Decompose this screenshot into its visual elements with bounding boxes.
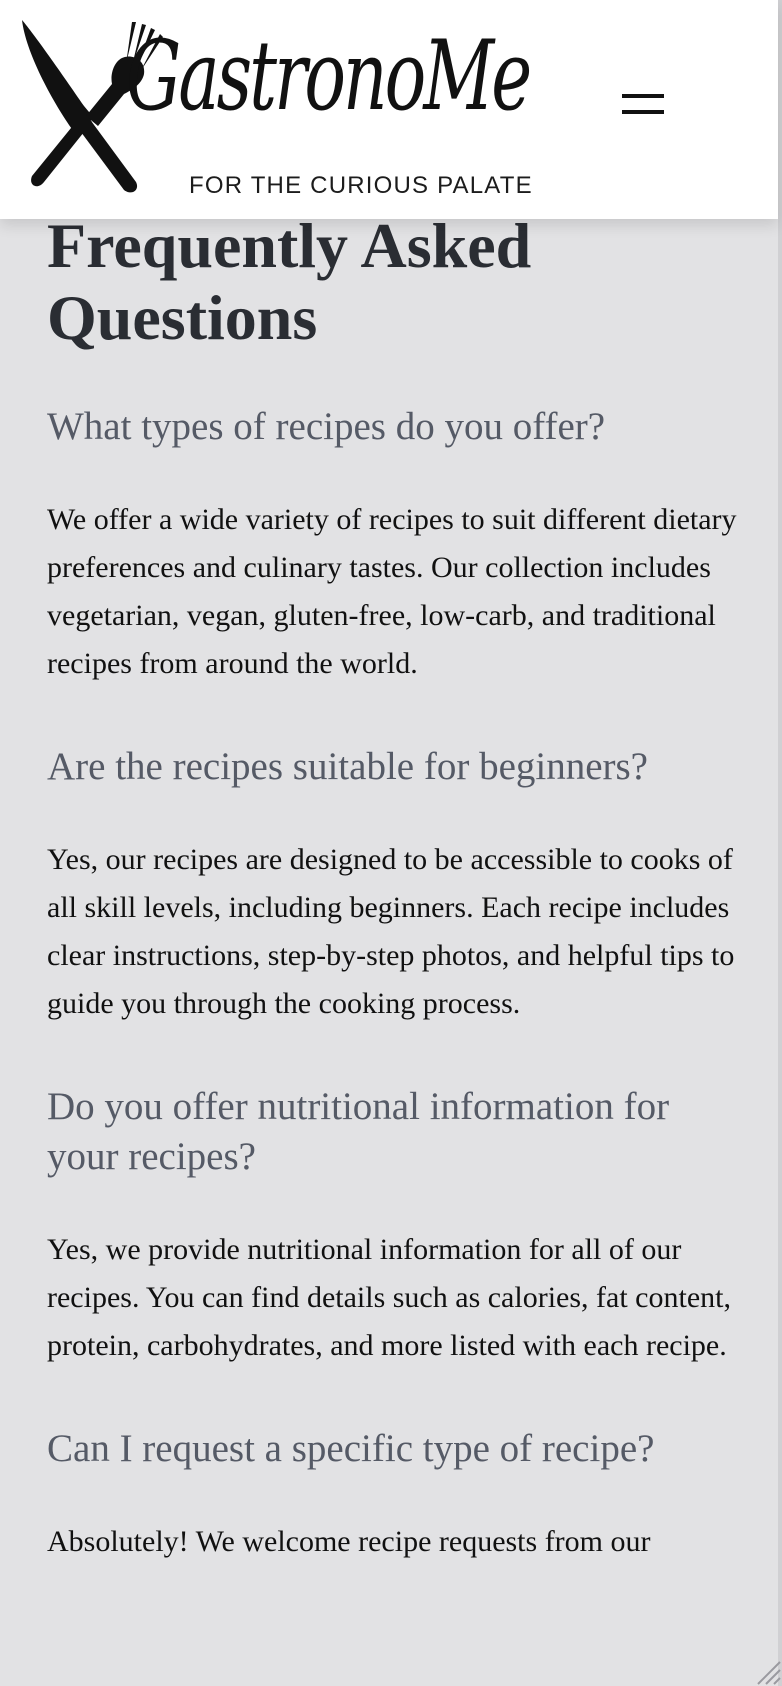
hamburger-menu-button[interactable] [616,84,672,122]
faq-page: GastronoMe FOR THE CURIOUS PALATE Freque… [0,0,782,1686]
faq-question: Can I request a specific type of recipe? [47,1427,655,1470]
scrollbar[interactable] [778,0,782,1686]
faq-question: Do you offer nutritional information for… [47,1085,670,1178]
faq-answer: Absolutely! We welcome recipe requests f… [47,1525,651,1558]
faq-answer: Yes, we provide nutritional information … [47,1233,731,1362]
site-logo[interactable]: GastronoMe FOR THE CURIOUS PALATE [14,14,594,204]
resize-handle-icon[interactable] [752,1656,782,1686]
faq-answer: Yes, our recipes are designed to be acce… [47,843,735,1020]
site-header: GastronoMe FOR THE CURIOUS PALATE [0,0,778,219]
faq-question: What types of recipes do you offer? [47,405,606,448]
hamburger-menu-icon [622,94,664,98]
page-title: Frequently Asked Questions [47,210,532,353]
hamburger-menu-icon-line [622,110,664,114]
faq-content: Frequently Asked Questions What types of… [47,210,737,1566]
faq-answer: We offer a wide variety of recipes to su… [47,503,737,680]
faq-question: Are the recipes suitable for beginners? [47,745,648,788]
logo-wordmark: GastronoMe [126,20,532,132]
logo-tagline: FOR THE CURIOUS PALATE [189,172,533,199]
